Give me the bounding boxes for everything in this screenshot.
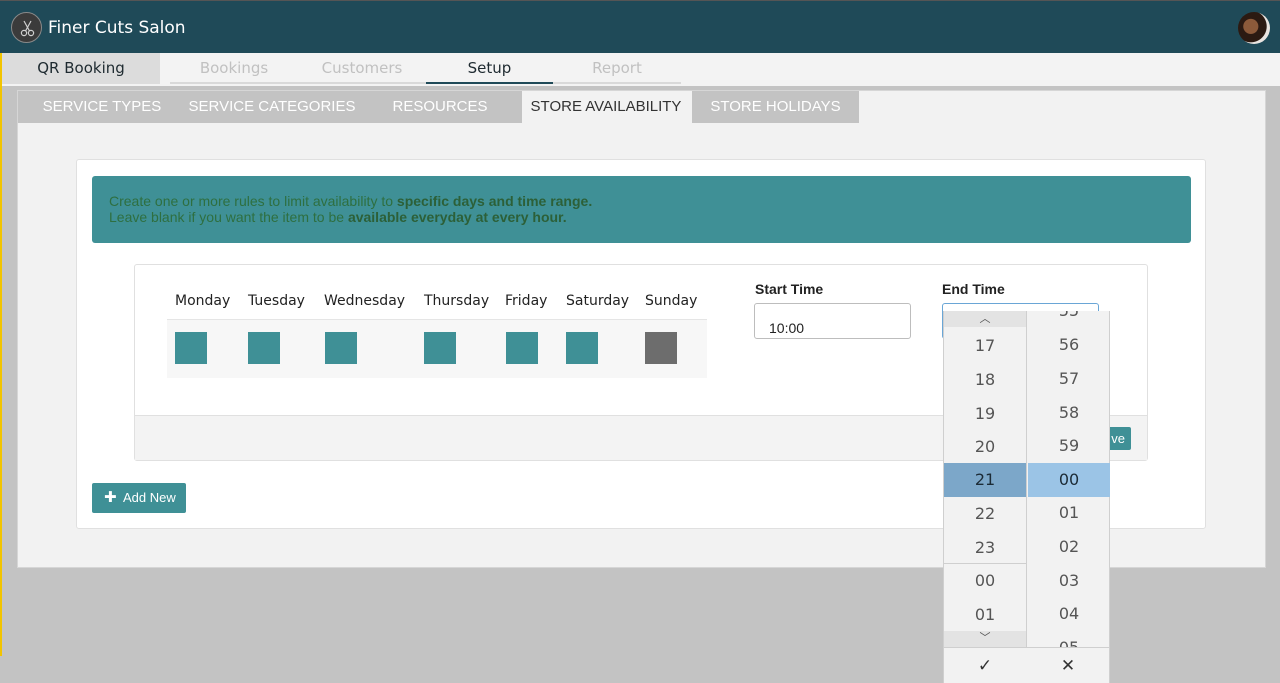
hour-option[interactable]: 17 (944, 329, 1026, 363)
hour-option[interactable]: 18 (944, 363, 1026, 397)
day-toggle-friday[interactable] (506, 332, 538, 364)
subtab-service-categories[interactable]: SERVICE CATEGORIES (186, 91, 358, 123)
day-label-sunday: Sunday (645, 293, 698, 309)
nav-tab-customers[interactable]: Customers (298, 53, 426, 84)
day-toggle-row (167, 319, 707, 378)
day-label-saturday: Saturday (566, 293, 630, 309)
hour-column[interactable]: ︿ 17 18 19 20 21 22 23 00 01 ﹀ (944, 311, 1027, 647)
day-toggle-sunday[interactable] (645, 332, 677, 364)
minute-option[interactable]: 02 (1028, 530, 1110, 564)
day-label-friday: Friday (505, 293, 548, 309)
minute-option[interactable]: 05 (1028, 631, 1110, 647)
start-time-input[interactable]: 10:00 (754, 303, 911, 339)
hour-scroll-up-icon[interactable]: ︿ (944, 311, 1026, 327)
banner-line1: Create one or more rules to limit availa… (109, 193, 397, 209)
nav-tab-report[interactable]: Report (553, 53, 681, 84)
app-title: Finer Cuts Salon (48, 18, 186, 38)
minute-column[interactable]: 55 56 57 58 59 00 01 02 03 04 05 (1028, 311, 1111, 647)
minute-option[interactable]: 55 (1028, 311, 1110, 328)
day-toggle-monday[interactable] (175, 332, 207, 364)
subtab-store-availability[interactable]: STORE AVAILABILITY (522, 91, 690, 123)
hour-option[interactable]: 01 (944, 598, 1026, 632)
subtab-resources[interactable]: RESOURCES (358, 91, 522, 123)
user-avatar[interactable] (1238, 12, 1270, 44)
minute-option[interactable]: 56 (1028, 328, 1110, 362)
minute-option-selected[interactable]: 00 (1028, 463, 1110, 497)
end-time-picker: ︿ 17 18 19 20 21 22 23 00 01 ﹀ 55 56 57 … (943, 311, 1110, 683)
day-toggle-wednesday[interactable] (325, 332, 357, 364)
minute-option[interactable]: 59 (1028, 429, 1110, 463)
window-edge (0, 86, 2, 656)
subtab-store-holidays[interactable]: STORE HOLIDAYS (692, 91, 859, 123)
minute-option[interactable]: 57 (1028, 362, 1110, 396)
day-toggle-saturday[interactable] (566, 332, 598, 364)
confirm-check-icon[interactable]: ✓ (944, 648, 1026, 683)
picker-footer: ✓ ✕ (944, 647, 1109, 683)
hour-scroll-down-icon[interactable]: ﹀ (944, 631, 1026, 647)
title-bar: Finer Cuts Salon (0, 0, 1280, 53)
plus-icon: ✚ (104, 489, 117, 506)
day-toggle-thursday[interactable] (424, 332, 456, 364)
hour-option[interactable]: 00 (944, 563, 1026, 597)
info-banner: Create one or more rules to limit availa… (92, 176, 1191, 243)
day-label-tuesday: Tuesday (248, 293, 305, 309)
salon-logo-icon (11, 12, 42, 43)
minute-option[interactable]: 58 (1028, 396, 1110, 430)
add-new-label: Add New (123, 490, 176, 505)
main-nav: QR Booking Bookings Customers Setup Repo… (0, 53, 1280, 86)
day-label-monday: Monday (175, 293, 231, 309)
day-selector: Monday Tuesday Wednesday Thursday Friday… (167, 285, 707, 378)
end-time-label: End Time (942, 281, 1005, 297)
nav-tab-setup[interactable]: Setup (426, 53, 553, 84)
hour-option[interactable]: 20 (944, 430, 1026, 464)
nav-tab-qr-booking[interactable]: QR Booking (2, 53, 160, 84)
hour-option-selected[interactable]: 21 (944, 463, 1026, 497)
banner-line2: Leave blank if you want the item to be (109, 209, 348, 225)
day-label-wednesday: Wednesday (324, 293, 406, 309)
banner-line2-bold: available everyday at every hour. (347, 209, 567, 225)
subtab-service-types[interactable]: SERVICE TYPES (18, 91, 186, 123)
hour-option[interactable]: 23 (944, 531, 1026, 565)
banner-line1-bold: specific days and time range. (396, 193, 593, 209)
day-toggle-tuesday[interactable] (248, 332, 280, 364)
hour-option[interactable]: 22 (944, 497, 1026, 531)
minute-option[interactable]: 01 (1028, 496, 1110, 530)
day-label-thursday: Thursday (424, 293, 490, 309)
nav-tab-bookings[interactable]: Bookings (170, 53, 298, 84)
start-time-label: Start Time (755, 281, 824, 297)
cancel-close-icon[interactable]: ✕ (1027, 648, 1109, 683)
minute-option[interactable]: 03 (1028, 564, 1110, 598)
add-new-button[interactable]: ✚ Add New (92, 483, 186, 513)
minute-option[interactable]: 04 (1028, 597, 1110, 631)
hour-option[interactable]: 19 (944, 397, 1026, 431)
